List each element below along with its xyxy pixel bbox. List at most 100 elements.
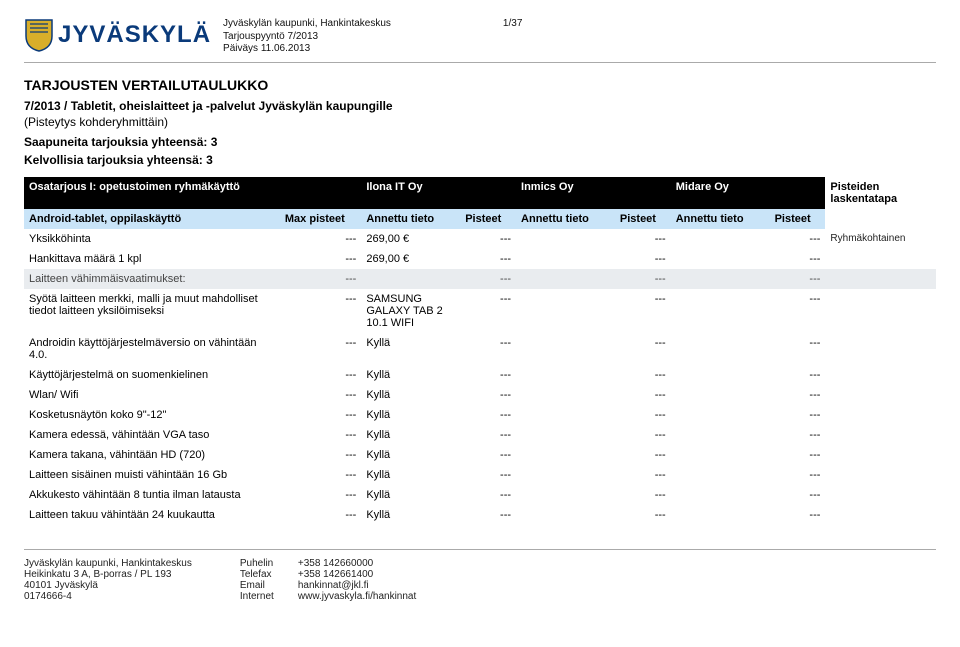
cell-v3a xyxy=(671,385,770,405)
header-date: Päiväys 11.06.2013 xyxy=(223,43,391,56)
cell-v1a: 269,00 € xyxy=(361,229,460,249)
cell-note xyxy=(825,505,936,525)
cell-v2p: --- xyxy=(615,289,671,333)
footer-contacts: Puhelin+358 142660000Telefax+358 1426614… xyxy=(240,558,416,602)
cell-note xyxy=(825,465,936,485)
cell-v3p: --- xyxy=(770,445,826,465)
cell-note xyxy=(825,385,936,405)
table-row: Laitteen takuu vähintään 24 kuukautta---… xyxy=(24,505,936,525)
cell-v2p: --- xyxy=(615,333,671,365)
cell-v3p: --- xyxy=(770,249,826,269)
cell-v1p: --- xyxy=(460,505,516,525)
cell-v2a xyxy=(516,365,615,385)
table-row: Akkukesto vähintään 8 tuntia ilman latau… xyxy=(24,485,936,505)
th-product: Android-tablet, oppilaskäyttö xyxy=(24,209,280,229)
cell-v1p: --- xyxy=(460,425,516,445)
cell-label: Laitteen takuu vähintään 24 kuukautta xyxy=(24,505,280,525)
cell-v3a xyxy=(671,333,770,365)
cell-v2a xyxy=(516,425,615,445)
cell-max: --- xyxy=(280,505,361,525)
cell-v1a: SAMSUNG GALAXY TAB 2 10.1 WIFI xyxy=(361,289,460,333)
cell-max: --- xyxy=(280,445,361,465)
cell-v1a: Kyllä xyxy=(361,425,460,445)
cell-note xyxy=(825,289,936,333)
cell-v2p: --- xyxy=(615,249,671,269)
cell-label: Syötä laitteen merkki, malli ja muut mah… xyxy=(24,289,280,333)
footer-contact-row: Puhelin+358 142660000 xyxy=(240,558,416,569)
cell-v1p: --- xyxy=(460,269,516,289)
footer-contact-key: Email xyxy=(240,580,288,591)
table-row: Kamera takana, vähintään HD (720)---Kyll… xyxy=(24,445,936,465)
cell-v3p: --- xyxy=(770,485,826,505)
table-row: Laitteen vähimmäisvaatimukset:----------… xyxy=(24,269,936,289)
header-page-number: 1/37 xyxy=(503,18,522,29)
cell-v2a xyxy=(516,465,615,485)
th-max: Max pisteet xyxy=(280,209,361,229)
cell-max: --- xyxy=(280,229,361,249)
cell-label: Käyttöjärjestelmä on suomenkielinen xyxy=(24,365,280,385)
th-ann-1: Annettu tieto xyxy=(361,209,460,229)
cell-max: --- xyxy=(280,385,361,405)
comparison-table: Osatarjous I: opetustoimen ryhmäkäyttö I… xyxy=(24,177,936,525)
cell-v2p: --- xyxy=(615,505,671,525)
cell-v1p: --- xyxy=(460,465,516,485)
cell-v1p: --- xyxy=(460,229,516,249)
cell-label: Kamera edessä, vähintään VGA taso xyxy=(24,425,280,445)
cell-v2a xyxy=(516,269,615,289)
footer-contact-key: Internet xyxy=(240,591,288,602)
cell-label: Laitteen vähimmäisvaatimukset: xyxy=(24,269,280,289)
cell-v2a xyxy=(516,289,615,333)
footer-contact-row: Email hankinnat@jkl.fi xyxy=(240,580,416,591)
th-group: Osatarjous I: opetustoimen ryhmäkäyttö xyxy=(24,177,361,209)
table-row: Syötä laitteen merkki, malli ja muut mah… xyxy=(24,289,936,333)
table-row: Kosketusnäytön koko 9"-12"---Kyllä------… xyxy=(24,405,936,425)
cell-v2p: --- xyxy=(615,269,671,289)
table-row: Laitteen sisäinen muisti vähintään 16 Gb… xyxy=(24,465,936,485)
cell-max: --- xyxy=(280,289,361,333)
table-row: Käyttöjärjestelmä on suomenkielinen---Ky… xyxy=(24,365,936,385)
page-header: JYVÄSKYLÄ Jyväskylän kaupunki, Hankintak… xyxy=(24,18,936,56)
cell-v1a xyxy=(361,269,460,289)
footer-contact-row: Internet www.jyvaskyla.fi/hankinnat xyxy=(240,591,416,602)
cell-v2a xyxy=(516,505,615,525)
footer-address-line: 0174666-4 xyxy=(24,591,192,602)
footer-contact-key: Telefax xyxy=(240,569,288,580)
cell-v3p: --- xyxy=(770,289,826,333)
cell-v2a xyxy=(516,249,615,269)
cell-note xyxy=(825,333,936,365)
cell-v2a xyxy=(516,229,615,249)
cell-v3p: --- xyxy=(770,333,826,365)
table-row: Yksikköhinta---269,00 €---------Ryhmäkoh… xyxy=(24,229,936,249)
th-ann-3: Annettu tieto xyxy=(671,209,770,229)
cell-v3a xyxy=(671,465,770,485)
footer-address-line: Jyväskylän kaupunki, Hankintakeskus xyxy=(24,558,192,569)
cell-v2a xyxy=(516,333,615,365)
cell-v2a xyxy=(516,405,615,425)
cell-v3a xyxy=(671,249,770,269)
footer-contact-value: hankinnat@jkl.fi xyxy=(298,580,369,591)
brand-text: JYVÄSKYLÄ xyxy=(58,21,211,49)
cell-v1p: --- xyxy=(460,385,516,405)
cell-v2p: --- xyxy=(615,229,671,249)
header-divider xyxy=(24,62,936,63)
cell-v3a xyxy=(671,405,770,425)
cell-v2p: --- xyxy=(615,365,671,385)
footer-contact-row: Telefax+358 142661400 xyxy=(240,569,416,580)
cell-v1a: 269,00 € xyxy=(361,249,460,269)
page-footer: Jyväskylän kaupunki, HankintakeskusHeiki… xyxy=(24,549,936,602)
subtitle-bold: 7/2013 / Tabletit, oheislaitteet ja -pal… xyxy=(24,99,936,113)
received-count: Saapuneita tarjouksia yhteensä: 3 xyxy=(24,135,936,149)
cell-note: Ryhmäkohtainen xyxy=(825,229,936,249)
header-meta: Jyväskylän kaupunki, Hankintakeskus Tarj… xyxy=(223,18,391,56)
th-pts-2: Pisteet xyxy=(615,209,671,229)
cell-v2a xyxy=(516,445,615,465)
cell-v3p: --- xyxy=(770,385,826,405)
cell-label: Laitteen sisäinen muisti vähintään 16 Gb xyxy=(24,465,280,485)
footer-contact-value: www.jyvaskyla.fi/hankinnat xyxy=(298,591,416,602)
cell-v3p: --- xyxy=(770,465,826,485)
th-blank xyxy=(825,209,936,229)
cell-v3p: --- xyxy=(770,365,826,385)
th-vendor-2: Inmics Oy xyxy=(516,177,671,209)
table-row: Wlan/ Wifi---Kyllä--------- xyxy=(24,385,936,405)
page-title: TARJOUSTEN VERTAILUTAULUKKO xyxy=(24,77,936,93)
